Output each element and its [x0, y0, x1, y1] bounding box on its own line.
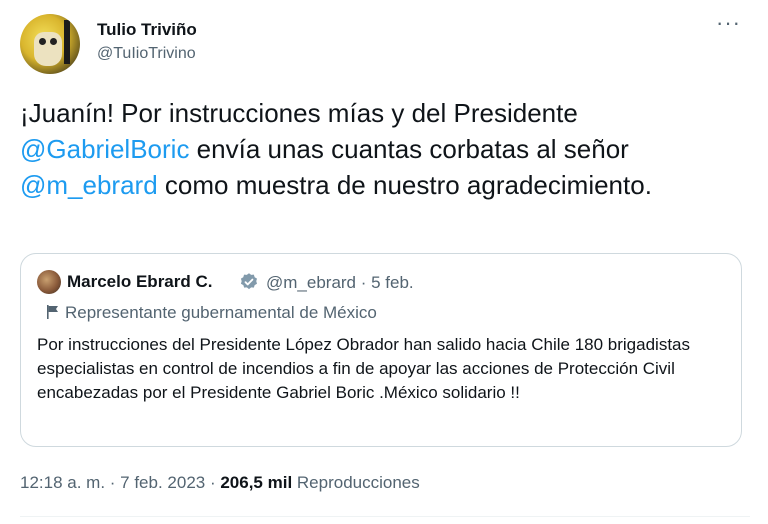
author-handle[interactable]: @TuIioTrivino: [97, 45, 196, 63]
avatar-eye: [50, 38, 57, 45]
quoted-author-handle-date[interactable]: @m_ebrard · 5 feb.: [266, 273, 414, 293]
flag-icon: [47, 305, 58, 319]
avatar-eye: [39, 38, 46, 45]
quoted-author-avatar[interactable]: [37, 270, 61, 294]
mention-m-ebrard[interactable]: @m_ebrard: [20, 170, 158, 200]
more-icon[interactable]: ···: [716, 12, 741, 34]
mention-gabrielboric[interactable]: @GabrielBoric: [20, 134, 189, 164]
avatar-face: [34, 32, 62, 66]
tweet-timestamp[interactable]: 12:18 a. m. · 7 feb. 2023 ·: [20, 473, 220, 492]
tweet-text-line3: como muestra de nuestro agradecimiento.: [157, 170, 652, 200]
view-count: 206,5 mil: [220, 473, 293, 492]
affiliation-label[interactable]: Representante gubernamental de México: [45, 303, 377, 323]
affiliation-label-text: Representante gubernamental de México: [65, 303, 377, 322]
tweet-text-line2: envía unas cuantas corbatas al señor: [189, 134, 629, 164]
tweet-text: ¡Juanín! Por instrucciones mías y del Pr…: [20, 95, 750, 203]
author-avatar[interactable]: [20, 14, 80, 74]
views-label: Reproducciones: [292, 473, 420, 492]
quoted-author-name[interactable]: Marcelo Ebrard C.: [67, 272, 213, 292]
verified-icon: [240, 273, 257, 290]
divider: [20, 516, 750, 517]
avatar-microphone: [64, 20, 70, 64]
quoted-tweet-text: Por instrucciones del Presidente López O…: [37, 335, 690, 402]
author-name[interactable]: Tulio Triviño: [97, 20, 197, 40]
tweet-meta: 12:18 a. m. · 7 feb. 2023 · 206,5 mil Re…: [20, 473, 420, 493]
quoted-tweet[interactable]: Marcelo Ebrard C. @m_ebrard · 5 feb. Rep…: [20, 253, 742, 447]
tweet-text-line1: ¡Juanín! Por instrucciones mías y del Pr…: [20, 98, 578, 128]
